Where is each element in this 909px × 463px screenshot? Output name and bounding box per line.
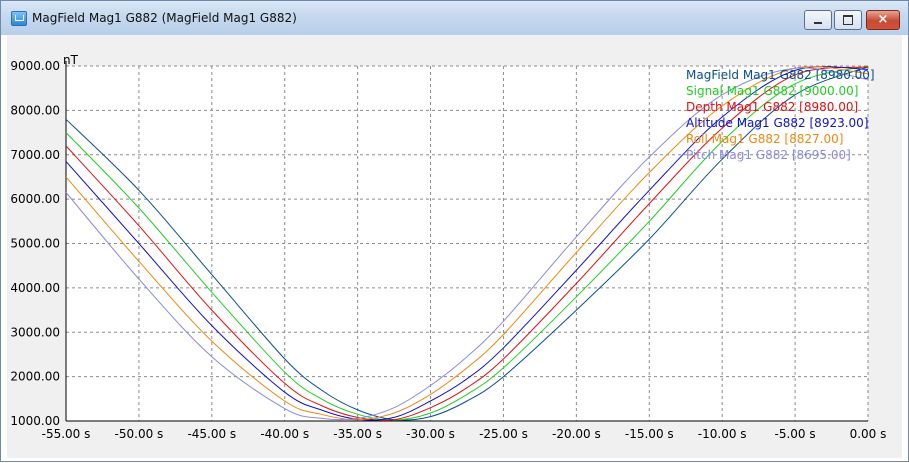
x-tick-label: -5.00 s	[775, 427, 816, 441]
y-tick-label: 9000.00	[10, 59, 60, 73]
y-tick-label: 5000.00	[10, 237, 60, 251]
legend-entry: Signal Mag1 G882 [9000.00]	[686, 84, 858, 98]
y-tick-label: 8000.00	[10, 103, 60, 117]
x-tick-label: -10.00 s	[698, 427, 747, 441]
x-tick-label: -55.00 s	[42, 427, 91, 441]
x-tick-label: -25.00 s	[479, 427, 528, 441]
x-tick-label: 0.00 s	[850, 427, 887, 441]
x-tick-label: -50.00 s	[115, 427, 164, 441]
x-tick-label: -40.00 s	[260, 427, 309, 441]
x-tick-label: -15.00 s	[625, 427, 674, 441]
chart-area: 1000.00 2000.00 3000.00 4000.00 5000.00 6000.…	[7, 35, 902, 458]
y-unit-label: nT	[63, 53, 79, 67]
legend-entry: Depth Mag1 G882 [8980.00]	[686, 100, 858, 114]
y-tick-label: 1000.00	[10, 414, 60, 428]
x-tick-label: -35.00 s	[333, 427, 382, 441]
legend-entry: Roll Mag1 G882 [8827.00]	[686, 132, 843, 146]
y-tick-label: 7000.00	[10, 148, 60, 162]
y-tick-label: 6000.00	[10, 192, 60, 206]
y-tick-label: 4000.00	[10, 281, 60, 295]
x-tick-label: -45.00 s	[187, 427, 236, 441]
legend-entry: MagField Mag1 G882 [8980.00]	[686, 68, 875, 82]
chart-window: MagField Mag1 G882 (MagField Mag1 G882) …	[0, 0, 909, 462]
legend-entry: Altitude Mag1 G882 [8923.00]	[686, 116, 868, 130]
legend-entry: Pitch Mag1 G882 [8695.00]	[686, 148, 851, 162]
line-chart: 1000.00 2000.00 3000.00 4000.00 5000.00 6000.…	[10, 53, 887, 441]
y-tick-label: 2000.00	[10, 370, 60, 384]
x-tick-label: -20.00 s	[552, 427, 601, 441]
y-tick-label: 3000.00	[10, 325, 60, 339]
x-tick-label: -30.00 s	[406, 427, 455, 441]
